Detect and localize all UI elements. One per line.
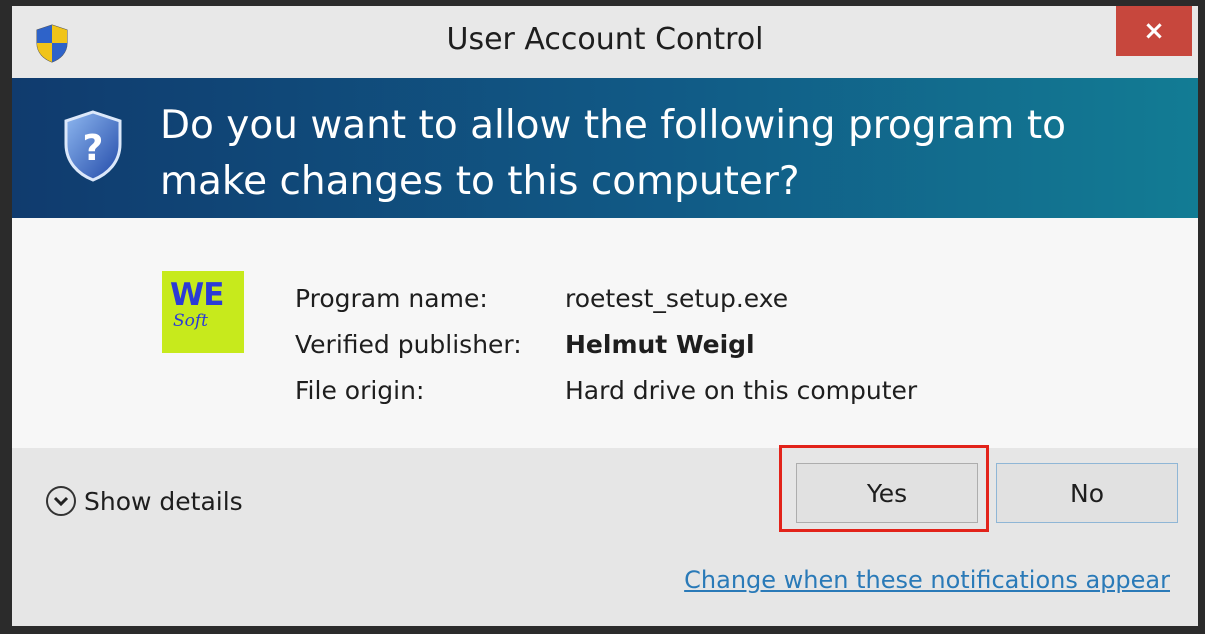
window-title: User Account Control	[446, 22, 764, 57]
change-notifications-link[interactable]: Change when these notifications appear	[684, 566, 1170, 594]
close-button[interactable]: ×	[1116, 6, 1192, 56]
file-origin-value: Hard drive on this computer	[565, 376, 918, 405]
publisher-value: Helmut Weigl	[565, 330, 755, 359]
svg-text:?: ?	[83, 128, 104, 169]
program-name-value: roetest_setup.exe	[565, 284, 789, 313]
uac-dialog: User Account Control × ? Do you want to …	[12, 6, 1198, 626]
program-info: WE Soft Program name: roetest_setup.exe …	[12, 218, 1198, 448]
dialog-footer: Show details Yes No Change when these no…	[12, 445, 1198, 626]
no-button[interactable]: No	[996, 463, 1178, 523]
file-origin-label: File origin:	[295, 376, 425, 405]
logo-text-top: WE	[170, 277, 224, 313]
banner-question: Do you want to allow the following progr…	[160, 103, 1066, 204]
title-bar: User Account Control ×	[12, 6, 1198, 78]
logo-text-bottom: Soft	[173, 311, 209, 331]
program-name-label: Program name:	[295, 284, 488, 313]
chevron-down-icon	[53, 496, 69, 507]
question-shield-icon: ?	[64, 110, 122, 182]
question-banner: ? Do you want to allow the following pro…	[12, 78, 1198, 218]
show-details-button[interactable]: Show details	[46, 486, 243, 516]
chevron-down-circle-icon	[46, 486, 76, 516]
show-details-label: Show details	[84, 486, 243, 516]
publisher-label: Verified publisher:	[295, 330, 522, 359]
photo-frame: User Account Control × ? Do you want to …	[0, 0, 1205, 634]
yes-button[interactable]: Yes	[796, 463, 978, 523]
app-logo: WE Soft	[162, 271, 244, 353]
